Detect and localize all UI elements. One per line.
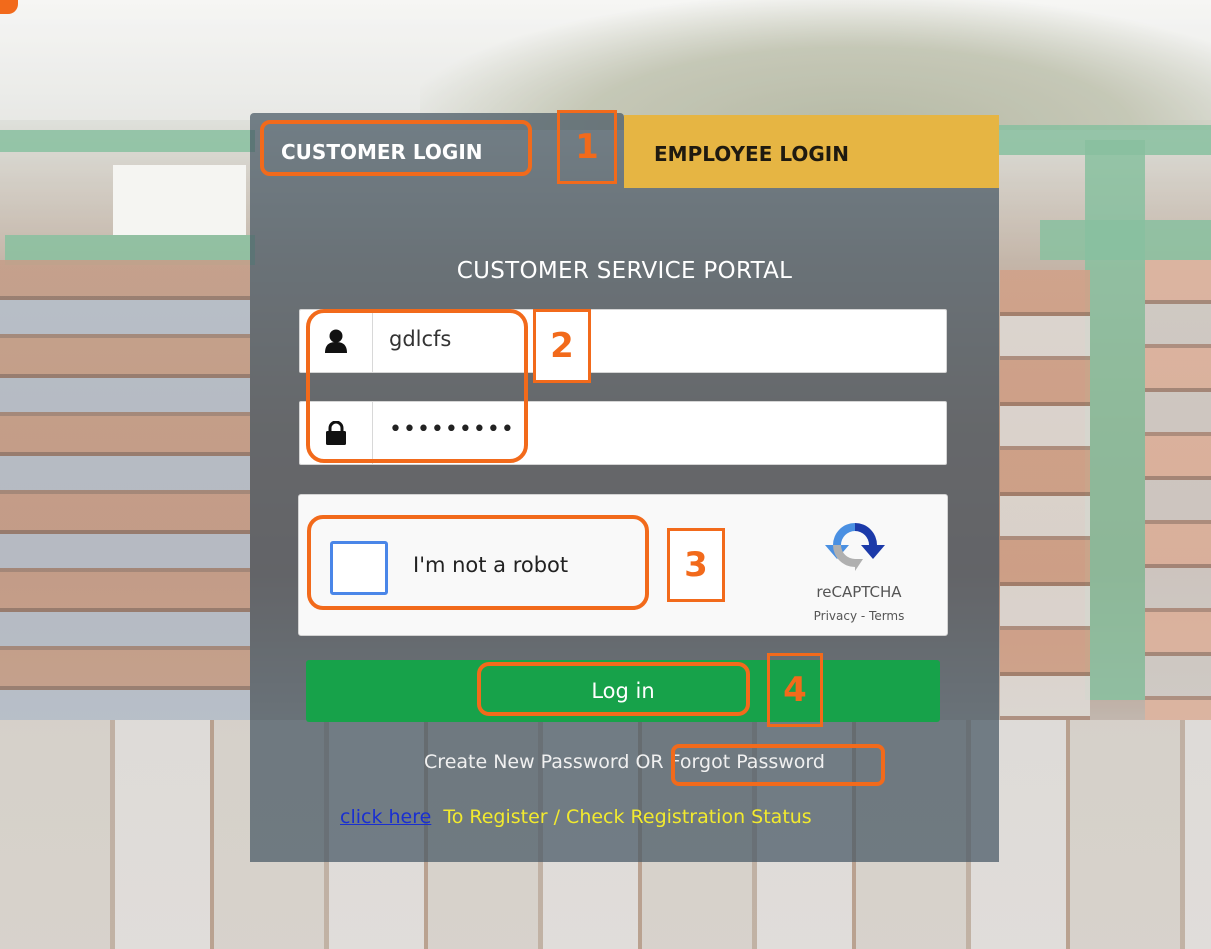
click-here-link[interactable]: click here [340,806,431,828]
register-text: To Register / Check Registration Status [443,806,812,828]
recaptcha-separator: - [857,609,870,623]
register-row: click here To Register / Check Registrati… [340,806,812,828]
recaptcha-terms-link[interactable]: Terms [869,609,904,623]
highlight-customer-login [260,120,532,176]
password-links-row: Create New Password OR Forgot Password [250,751,999,773]
highlight-forgot-password [671,744,885,786]
step-2-marker: 2 [533,309,591,383]
tab-employee-login-label: EMPLOYEE LOGIN [654,142,849,166]
create-password-link[interactable]: Create New Password OR [424,751,670,773]
recaptcha-brand: reCAPTCHA [816,583,902,601]
highlight-login-button [477,662,750,716]
highlight-recaptcha [307,515,649,610]
recaptcha-privacy-link[interactable]: Privacy [814,609,857,623]
step-4-marker: 4 [767,653,823,727]
tab-employee-login[interactable]: EMPLOYEE LOGIN [624,115,999,188]
step-3-marker: 3 [667,528,725,602]
recaptcha-links: Privacy - Terms [789,609,929,623]
recaptcha-logo-icon [819,515,891,575]
highlight-credentials [306,309,528,463]
step-1-marker: 1 [557,110,617,184]
portal-title: CUSTOMER SERVICE PORTAL [456,258,793,284]
login-panel: CUSTOMER LOGIN EMPLOYEE LOGIN CUSTOMER S… [250,113,999,862]
